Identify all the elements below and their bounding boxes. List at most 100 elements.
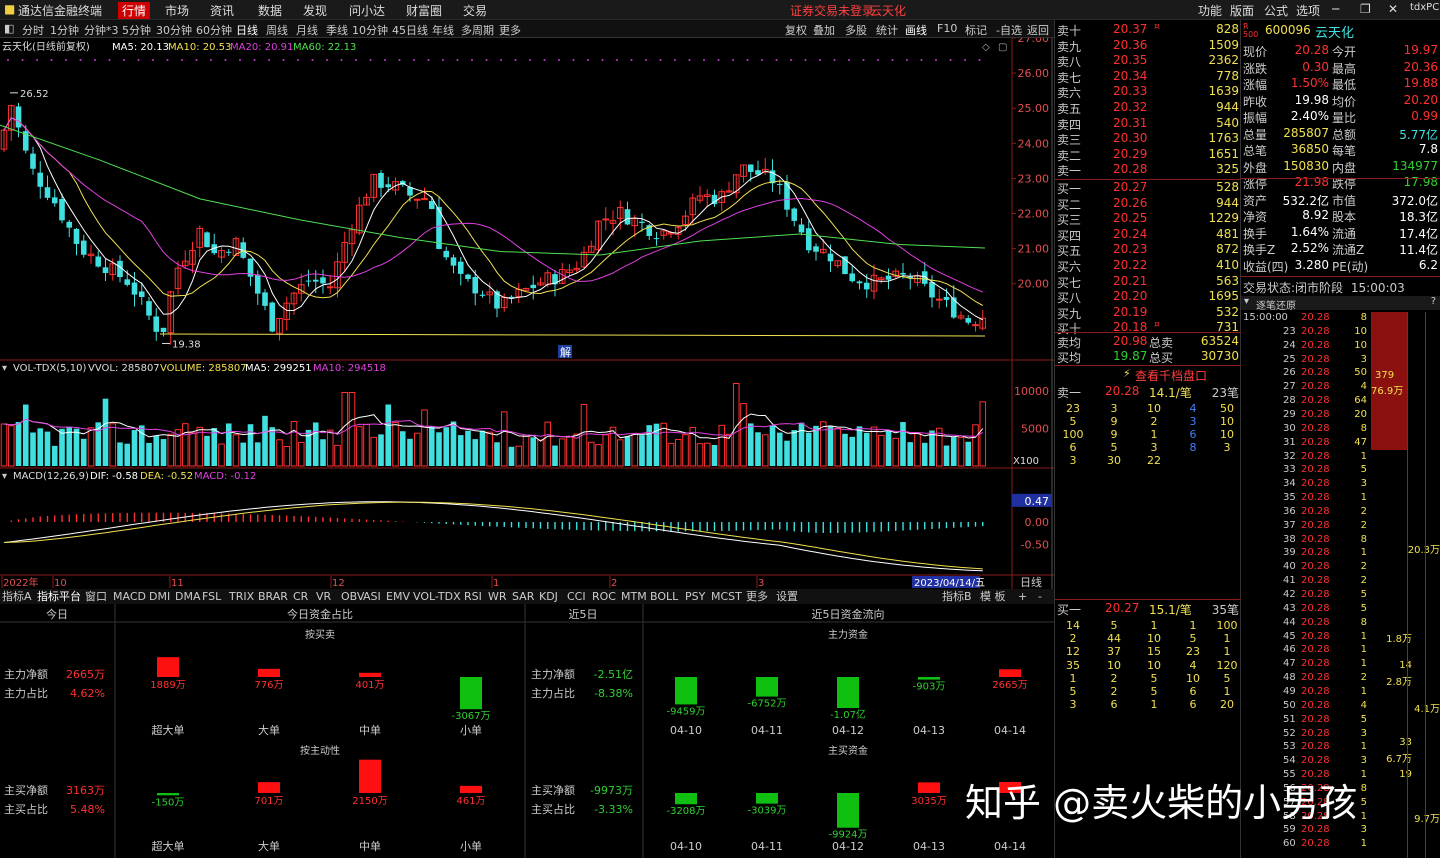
- menu-faxian[interactable]: 发现: [303, 2, 327, 19]
- indicator-tab-7[interactable]: TRIX: [228, 590, 255, 603]
- sell-level-row[interactable]: 卖七 20.34 778: [1057, 69, 1239, 85]
- indicator-tab-13[interactable]: EMV: [386, 590, 410, 603]
- menu-xuanxiang[interactable]: 选项: [1296, 2, 1320, 19]
- indicator-tab-11[interactable]: OBV: [341, 590, 365, 603]
- period-tab-8[interactable]: 月线: [296, 22, 318, 38]
- indicator-tab-3[interactable]: MACD: [113, 590, 146, 603]
- period-tab-5[interactable]: 60分钟: [196, 22, 232, 38]
- indicator-tab-18[interactable]: KDJ: [539, 590, 558, 603]
- buy-level-row[interactable]: 买四 20.24 481: [1057, 227, 1239, 243]
- indicator-tab-12[interactable]: ASI: [363, 590, 381, 603]
- sell-level-row[interactable]: 卖十 20.37 ¤ 828: [1057, 22, 1239, 38]
- period-tab-13[interactable]: 多周期: [461, 22, 494, 38]
- indicator-tab-21[interactable]: MTM: [621, 590, 647, 603]
- indicator-tab-15[interactable]: RSI: [464, 590, 482, 603]
- buy-level-row[interactable]: 买三 20.25 1229: [1057, 211, 1239, 227]
- chart-tool-8[interactable]: 返回: [1027, 22, 1049, 38]
- sell-level-row[interactable]: 卖三 20.30 1763: [1057, 131, 1239, 147]
- sell-level-row[interactable]: 卖四 20.31 540: [1057, 116, 1239, 132]
- help-icon[interactable]: ?: [1431, 296, 1436, 307]
- indicator-right-3[interactable]: -: [1038, 590, 1042, 603]
- period-tab-2[interactable]: 分钟*3: [84, 22, 119, 38]
- buy-level-row[interactable]: 买九 20.19 532: [1057, 305, 1239, 321]
- buy-level-row[interactable]: 买二 20.26 944: [1057, 196, 1239, 212]
- buy-level-row[interactable]: 买一 20.27 528: [1057, 180, 1239, 196]
- indicator-tab-6[interactable]: FSL: [202, 590, 222, 603]
- menu-shuju[interactable]: 数据: [258, 2, 282, 19]
- buy-level-row[interactable]: 买六 20.22 410: [1057, 258, 1239, 274]
- period-tab-0[interactable]: 分时: [22, 22, 44, 38]
- chart-tool-2[interactable]: 多股: [845, 22, 867, 38]
- indicator-tab-14[interactable]: VOL-TDX: [413, 590, 461, 603]
- period-left-icon[interactable]: ◧: [4, 22, 14, 35]
- period-tab-11[interactable]: 45日线: [392, 22, 428, 38]
- indicator-tab-20[interactable]: ROC: [592, 590, 616, 603]
- chart-tool-4[interactable]: 画线: [905, 22, 927, 38]
- indicator-tab-22[interactable]: BOLL: [650, 590, 679, 603]
- menu-caifuquan[interactable]: 财富圈: [406, 2, 442, 19]
- sell-level-row[interactable]: 卖六 20.33 1639: [1057, 84, 1239, 100]
- period-tab-1[interactable]: 1分钟: [50, 22, 79, 38]
- period-tab-4[interactable]: 30分钟: [156, 22, 192, 38]
- period-tab-7[interactable]: 周线: [266, 22, 288, 38]
- indicator-tab-5[interactable]: DMA: [175, 590, 201, 603]
- buy-level-row[interactable]: 买八 20.20 1695: [1057, 289, 1239, 305]
- indicator-tab-0[interactable]: 指标A: [2, 589, 32, 603]
- indicator-tab-10[interactable]: VR: [316, 590, 332, 603]
- sell-level-row[interactable]: 卖九 20.36 1509: [1057, 38, 1239, 54]
- sell-level-row[interactable]: 卖一 20.28 325: [1057, 162, 1239, 178]
- indicator-right-1[interactable]: 模 板: [980, 589, 1006, 603]
- chart-tool-5[interactable]: F10: [937, 22, 957, 35]
- sell-level-row[interactable]: 卖八 20.35 2362: [1057, 53, 1239, 69]
- window-icon[interactable]: ▢: [998, 42, 1007, 53]
- period-tab-10[interactable]: 10分钟: [352, 22, 388, 38]
- chart-tool-6[interactable]: 标记: [965, 22, 987, 38]
- thousand-level-button[interactable]: 查看千档盘口: [1135, 367, 1207, 384]
- sell-level-price: 20.33: [1113, 84, 1148, 99]
- period-tab-12[interactable]: 年线: [432, 22, 454, 38]
- buy-level-row[interactable]: 买五 20.23 872: [1057, 242, 1239, 258]
- menu-banmian[interactable]: 版面: [1230, 2, 1254, 19]
- indicator-right-2[interactable]: +: [1018, 590, 1027, 603]
- indicator-tab-1[interactable]: 指标平台: [37, 589, 81, 603]
- date-axis-button[interactable]: 日线: [1020, 575, 1042, 589]
- menu-wenxiaoda[interactable]: 问小达: [349, 2, 385, 19]
- buy-level-row[interactable]: 买七 20.21 563: [1057, 274, 1239, 290]
- close-icon[interactable]: ✕: [1388, 2, 1398, 16]
- indicator-tab-17[interactable]: SAR: [512, 590, 535, 603]
- indicator-tab-9[interactable]: CR: [293, 590, 309, 603]
- indicator-tab-26[interactable]: 设置: [776, 590, 798, 603]
- chart-tool-1[interactable]: 叠加: [813, 22, 835, 38]
- menu-hangqing[interactable]: 行情: [118, 2, 151, 19]
- period-tab-6[interactable]: 日线: [236, 22, 258, 38]
- chart-tool-7[interactable]: -自选: [996, 22, 1022, 38]
- period-tab-3[interactable]: 5分钟: [122, 22, 151, 38]
- sell-level-row[interactable]: 卖二 20.29 1651: [1057, 147, 1239, 163]
- menu-gongshi[interactable]: 公式: [1264, 2, 1288, 19]
- menu-gongneng[interactable]: 功能: [1198, 2, 1222, 19]
- indicator-tab-16[interactable]: WR: [488, 590, 507, 603]
- indicator-tab-19[interactable]: CCI: [567, 590, 586, 603]
- volume-bar: [436, 432, 442, 466]
- restore-icon[interactable]: ❐: [1360, 2, 1371, 16]
- sell-level-row[interactable]: 卖五 20.32 944: [1057, 100, 1239, 116]
- indicator-tab-2[interactable]: 窗口: [85, 589, 107, 603]
- login-notice[interactable]: 证券交易未登录: [790, 2, 874, 19]
- indicator-tab-24[interactable]: MCST: [711, 590, 742, 603]
- menu-shichang[interactable]: 市场: [165, 2, 189, 19]
- trades-arrow-icon[interactable]: ▾: [1244, 296, 1249, 307]
- period-tab-14[interactable]: 更多: [499, 22, 521, 38]
- chart-tool-3[interactable]: 统计: [876, 22, 898, 38]
- indicator-tab-4[interactable]: DMI: [149, 590, 170, 603]
- indicator-tab-25[interactable]: 更多: [746, 589, 768, 603]
- chart-tool-0[interactable]: 复权: [785, 22, 807, 38]
- menu-zixun[interactable]: 资讯: [210, 2, 234, 19]
- period-tab-9[interactable]: 季线: [326, 22, 348, 38]
- diamond-icon[interactable]: ◇: [982, 42, 990, 53]
- kline-chart[interactable]: 云天化(日线前复权) MA5: 20.13MA10: 20.53MA20: 20.…: [0, 38, 1054, 604]
- indicator-right-0[interactable]: 指标B: [942, 589, 972, 603]
- menu-jiaoyi[interactable]: 交易: [463, 2, 487, 19]
- indicator-tab-8[interactable]: BRAR: [258, 590, 288, 603]
- minimize-icon[interactable]: ─: [1332, 2, 1339, 16]
- indicator-tab-23[interactable]: PSY: [685, 590, 706, 603]
